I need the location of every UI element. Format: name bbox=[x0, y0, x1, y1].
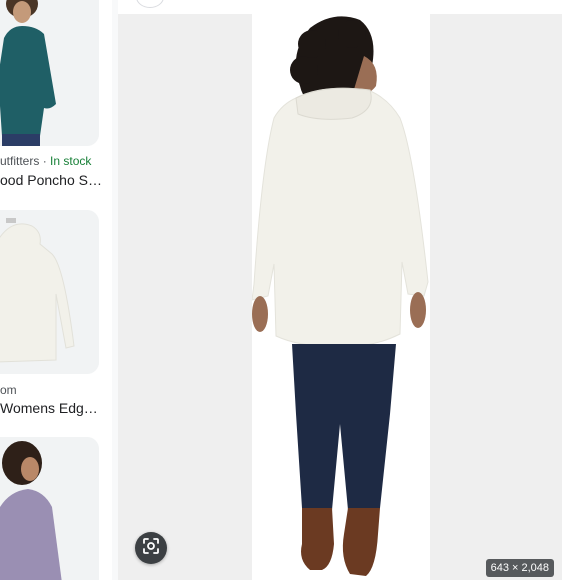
scroll-gutter bbox=[567, 0, 580, 580]
result-title-1[interactable]: ood Poncho S… bbox=[0, 172, 102, 188]
results-column: utfitters · In stock ood Poncho S… om Wo… bbox=[0, 0, 112, 580]
result-meta-1: utfitters · In stock bbox=[0, 154, 91, 168]
result-title-2[interactable]: Womens Edg… bbox=[0, 400, 98, 416]
result-source: om bbox=[0, 383, 17, 397]
lens-search-icon bbox=[142, 537, 160, 560]
image-viewer[interactable]: 643 × 2,048 bbox=[118, 14, 562, 580]
in-stock-label: In stock bbox=[50, 154, 92, 168]
result-thumbnail-2[interactable] bbox=[0, 210, 99, 374]
ivory-sweater-photo bbox=[0, 210, 99, 374]
meta-separator: · bbox=[42, 154, 47, 168]
preview-topbar bbox=[118, 0, 567, 14]
result-thumbnail-1[interactable] bbox=[0, 0, 99, 146]
teal-sweater-photo bbox=[0, 0, 99, 146]
image-dimensions-badge: 643 × 2,048 bbox=[485, 559, 554, 577]
lilac-sweater-photo bbox=[0, 437, 99, 580]
image-preview-panel: 643 × 2,048 bbox=[118, 0, 567, 580]
result-thumbnail-3[interactable] bbox=[0, 437, 99, 580]
result-source: utfitters bbox=[0, 154, 40, 168]
model-back-view-photo bbox=[251, 16, 429, 576]
result-meta-2: om bbox=[0, 383, 17, 397]
preview-photo-area bbox=[251, 14, 430, 580]
lens-search-button[interactable] bbox=[135, 532, 167, 564]
close-button[interactable] bbox=[136, 0, 164, 8]
